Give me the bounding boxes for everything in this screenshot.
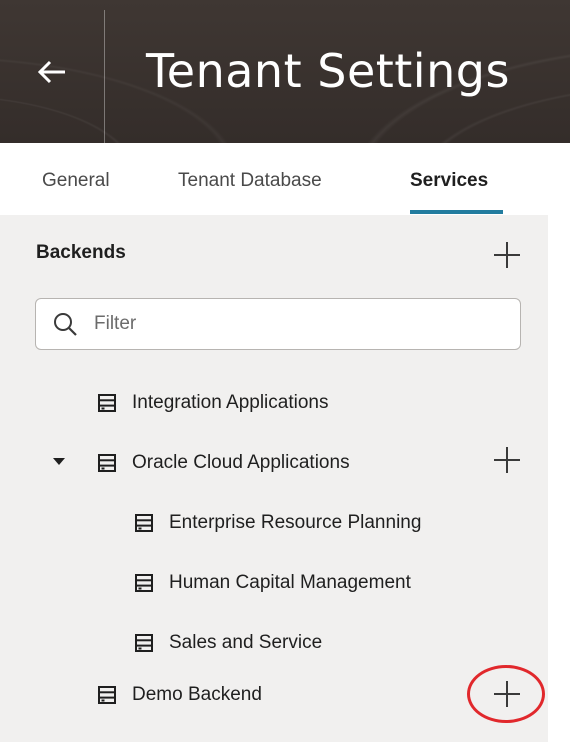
- add-oracle-cloud-backend-button[interactable]: [492, 445, 522, 475]
- header-divider: [104, 10, 105, 143]
- tree-item-label: Integration Applications: [132, 392, 329, 413]
- filter-input[interactable]: [94, 309, 494, 339]
- tree-item-label: Human Capital Management: [169, 572, 411, 593]
- tree-item-integration-applications[interactable]: Integration Applications: [98, 383, 328, 423]
- tree-item-label: Sales and Service: [169, 632, 323, 653]
- search-icon: [54, 313, 77, 336]
- filter-field[interactable]: [35, 298, 521, 350]
- backends-panel: Backends Integration Applications Oracle…: [0, 215, 548, 742]
- tree-item-oracle-cloud-applications[interactable]: Oracle Cloud Applications: [98, 443, 350, 483]
- server-icon: [135, 574, 153, 592]
- tree-item-demo-backend[interactable]: Demo Backend: [98, 675, 262, 715]
- tab-general[interactable]: General: [42, 170, 110, 192]
- tree-item-sales-and-service[interactable]: Sales and Service: [135, 623, 322, 663]
- highlight-annotation: [467, 665, 545, 723]
- active-tab-indicator: [410, 210, 503, 214]
- tree-item-human-capital-management[interactable]: Human Capital Management: [135, 563, 475, 603]
- panel-title: Backends: [36, 242, 126, 263]
- tree-item-label: Oracle Cloud Applications: [132, 452, 350, 473]
- tab-bar: General Tenant Database Services: [0, 143, 570, 215]
- page-header: Tenant Settings: [0, 0, 570, 143]
- back-button[interactable]: [0, 0, 104, 143]
- expand-caret-icon[interactable]: [53, 458, 65, 465]
- server-icon: [98, 454, 116, 472]
- add-backend-button[interactable]: [492, 240, 522, 270]
- tab-tenant-database[interactable]: Tenant Database: [178, 170, 322, 192]
- page-title: Tenant Settings: [146, 44, 510, 98]
- server-icon: [98, 394, 116, 412]
- tab-services[interactable]: Services: [410, 170, 488, 192]
- server-icon: [98, 686, 116, 704]
- tree-item-enterprise-resource-planning[interactable]: Enterprise Resource Planning: [135, 503, 475, 543]
- server-icon: [135, 514, 153, 532]
- arrow-left-icon: [37, 60, 65, 83]
- tree-item-label: Demo Backend: [132, 684, 262, 705]
- tree-item-label: Enterprise Resource Planning: [169, 512, 422, 533]
- server-icon: [135, 634, 153, 652]
